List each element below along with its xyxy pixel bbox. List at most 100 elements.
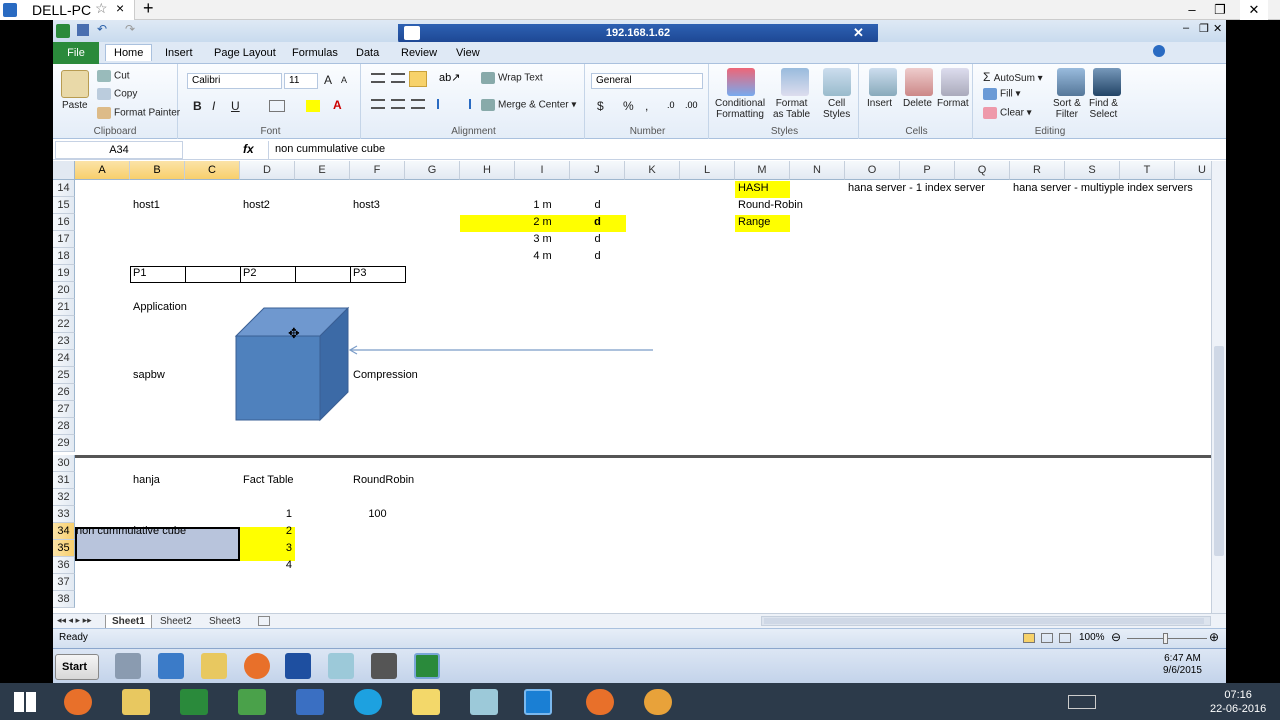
comma-button[interactable]: , (645, 99, 648, 113)
tab-insert[interactable]: Insert (157, 45, 201, 61)
horizontal-scrollbar[interactable] (761, 616, 1211, 626)
cell-j18[interactable]: d (573, 248, 622, 265)
row-header-28[interactable]: 28 (53, 418, 75, 435)
sheet-tab-2[interactable]: Sheet2 (154, 615, 198, 628)
cell-d36[interactable]: 4 (243, 557, 292, 574)
format-as-table-icon[interactable] (781, 68, 809, 96)
cell-b25[interactable]: sapbw (133, 367, 165, 384)
file-explorer-icon[interactable] (122, 689, 150, 715)
app3-icon[interactable] (470, 689, 498, 715)
cell-m14[interactable]: HASH (738, 180, 769, 197)
help-icon[interactable] (1153, 45, 1165, 57)
firefox-icon[interactable] (64, 689, 92, 715)
browser-tab[interactable]: DELL-PC ☆ × (0, 0, 135, 20)
excel-max-icon[interactable]: ❐ (1199, 22, 1209, 35)
cell-r14[interactable]: hana server - multiyple index servers (1013, 180, 1193, 197)
cell-i16[interactable]: 2 m (518, 214, 567, 231)
zoom-out-icon[interactable]: ⊖ (1111, 630, 1121, 644)
cell-i18[interactable]: 4 m (518, 248, 567, 265)
column-header-p[interactable]: P (900, 161, 955, 180)
vscroll-thumb[interactable] (1214, 346, 1224, 556)
excel-icon[interactable] (180, 689, 208, 715)
zoom-in-icon[interactable]: ⊕ (1209, 630, 1219, 644)
pin-icon[interactable] (404, 26, 420, 40)
column-header-s[interactable]: S (1065, 161, 1120, 180)
freeze-pane-line[interactable] (75, 455, 1211, 458)
row-header-24[interactable]: 24 (53, 350, 75, 367)
cell-d33[interactable]: 1 (243, 506, 292, 523)
row-header-35[interactable]: 35 (53, 540, 75, 557)
close-window-icon[interactable]: ✕ (1240, 0, 1268, 20)
app4-icon[interactable] (644, 689, 672, 715)
cell-i15[interactable]: 1 m (518, 197, 567, 214)
grow-font-button[interactable]: A (324, 73, 332, 87)
font-color-icon[interactable]: A (333, 98, 342, 112)
binoculars-icon[interactable] (1093, 68, 1121, 96)
column-header-m[interactable]: M (735, 161, 790, 180)
fill-button[interactable]: Fill ▾ (983, 88, 1021, 100)
tab-view[interactable]: View (448, 45, 488, 61)
cell-m16[interactable]: Range (738, 214, 770, 231)
row-header-17[interactable]: 17 (53, 231, 75, 248)
row-header-34[interactable]: 34 (53, 523, 75, 540)
cell-o14[interactable]: hana server - 1 index server (848, 180, 985, 197)
taskbar-app3-icon[interactable] (371, 653, 397, 679)
cell-j16[interactable]: d (573, 214, 622, 231)
new-tab-icon[interactable]: + (143, 0, 154, 19)
cut-button[interactable]: Cut (97, 70, 130, 82)
column-header-i[interactable]: I (515, 161, 570, 180)
cell-d35[interactable]: 3 (243, 540, 292, 557)
align-left-icon[interactable] (371, 99, 385, 109)
sticky-notes-icon[interactable] (412, 689, 440, 715)
keyboard-icon[interactable] (1068, 695, 1096, 709)
row-header-36[interactable]: 36 (53, 557, 75, 574)
cell-j15[interactable]: d (573, 197, 622, 214)
delete-cells-button[interactable]: Delete (903, 98, 932, 109)
row-header-15[interactable]: 15 (53, 197, 75, 214)
taskbar-excel-icon[interactable] (414, 653, 440, 679)
cell-d34[interactable]: 2 (243, 523, 292, 540)
column-header-j[interactable]: J (570, 161, 625, 180)
rd-close-icon[interactable]: ✕ (853, 24, 864, 42)
find-select-button[interactable]: Find & Select (1089, 98, 1118, 120)
sheet-nav-icons[interactable]: ◂◂ ◂ ▸ ▸▸ (57, 615, 92, 626)
align-center-icon[interactable] (391, 99, 405, 109)
percent-button[interactable]: % (623, 99, 634, 113)
taskbar-firefox-icon[interactable] (244, 653, 270, 679)
conditional-formatting-button[interactable]: Conditional Formatting (715, 98, 765, 120)
format-cells-button[interactable]: Format (937, 98, 969, 109)
taskbar-powershell-icon[interactable] (158, 653, 184, 679)
column-header-g[interactable]: G (405, 161, 460, 180)
bold-button[interactable]: B (193, 99, 202, 113)
sort-filter-button[interactable]: Sort & Filter (1053, 98, 1081, 120)
firefox2-icon[interactable] (586, 689, 614, 715)
clear-button[interactable]: Clear ▾ (983, 107, 1032, 119)
tab-file[interactable]: File (53, 42, 99, 64)
insert-cells-button[interactable]: Insert (867, 98, 892, 109)
format-as-table-button[interactable]: Format as Table (773, 98, 810, 120)
cell-styles-button[interactable]: Cell Styles (823, 98, 850, 120)
redo-icon[interactable]: ↷ (125, 22, 135, 36)
name-box[interactable]: A34 (55, 141, 183, 159)
font-size-select[interactable]: 11 (284, 73, 318, 89)
cell-i17[interactable]: 3 m (518, 231, 567, 248)
cell-d31[interactable]: Fact Table (243, 472, 294, 489)
orientation-icon[interactable]: ab↗ (439, 71, 460, 84)
tab-formulas[interactable]: Formulas (284, 45, 346, 61)
currency-button[interactable]: $ (597, 99, 604, 113)
close-tab-icon[interactable]: × (116, 0, 124, 16)
column-header-k[interactable]: K (625, 161, 680, 180)
insert-function-icon[interactable]: fx (243, 142, 254, 156)
normal-view-icon[interactable] (1023, 633, 1035, 643)
taskbar-app2-icon[interactable] (328, 653, 354, 679)
italic-button[interactable]: I (212, 99, 215, 113)
column-header-q[interactable]: Q (955, 161, 1010, 180)
teamviewer-icon[interactable] (524, 689, 552, 715)
hscroll-thumb[interactable] (764, 618, 1204, 624)
insert-cells-icon[interactable] (869, 68, 897, 96)
minimize-icon[interactable]: – (1178, 0, 1206, 20)
column-header-n[interactable]: N (790, 161, 845, 180)
excel-close-icon[interactable]: ✕ (1213, 22, 1222, 35)
format-painter-button[interactable]: Format Painter (97, 107, 180, 119)
shrink-font-button[interactable]: A (341, 75, 347, 85)
